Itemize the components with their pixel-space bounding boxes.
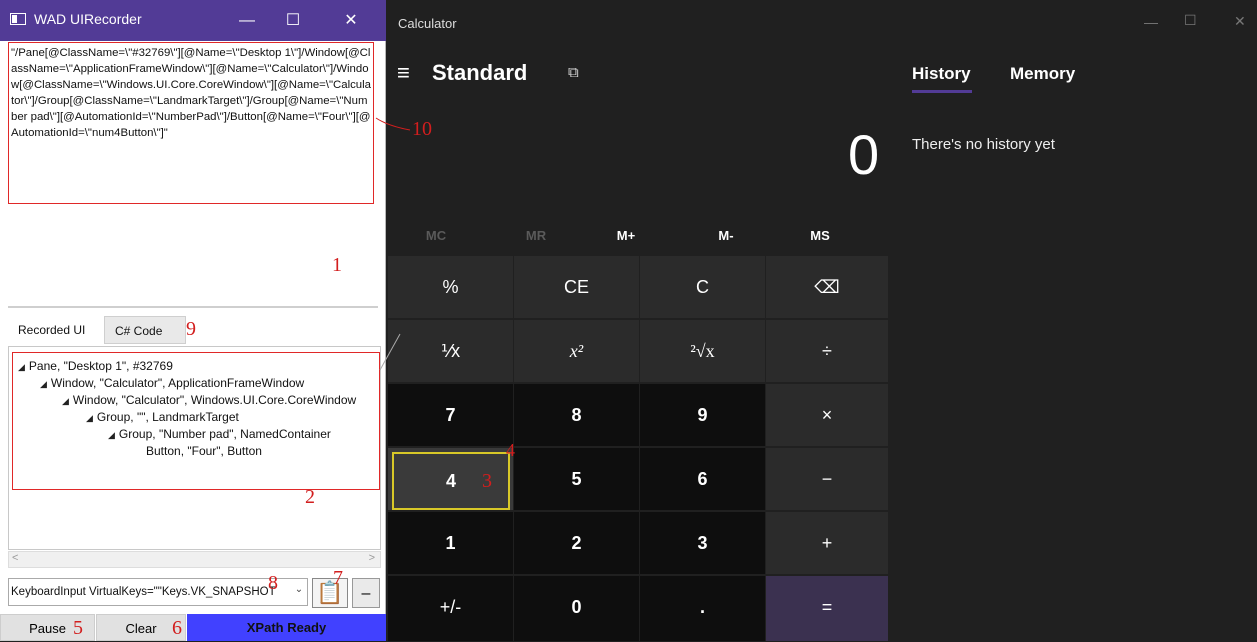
annotation-lines	[375, 117, 411, 371]
